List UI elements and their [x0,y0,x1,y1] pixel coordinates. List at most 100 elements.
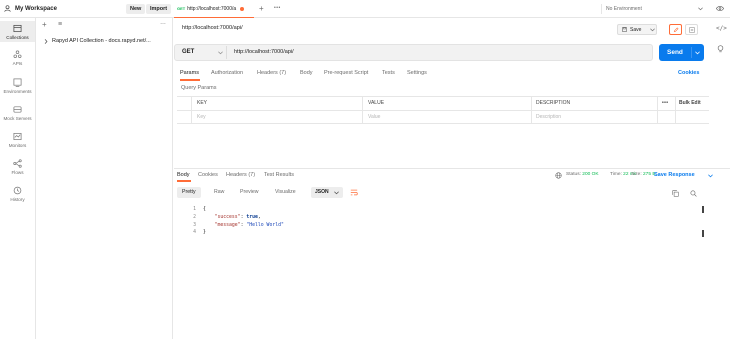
code-icon[interactable]: </> [716,25,727,32]
key-input[interactable]: Key [197,114,206,120]
tab-body[interactable]: Body [300,70,313,76]
visualize-button[interactable]: Visualize [270,187,301,198]
table-row: Key Value Description [177,110,709,124]
code-value: true [246,214,258,220]
value-input[interactable]: Value [368,114,380,120]
tab-response-headers[interactable]: Headers (7) [226,172,255,178]
tab-headers[interactable]: Headers (7) [257,70,286,76]
url-divider [226,46,227,59]
mock-servers-icon [13,106,22,113]
code-key: "success" [214,214,241,220]
bulk-edit-button[interactable]: Bulk Edit [679,100,701,106]
preview-button[interactable]: Preview [235,187,263,198]
description-input[interactable]: Description [536,114,561,120]
size-label: Size: [631,172,642,177]
method-select[interactable]: GET [182,49,194,55]
collection-item[interactable]: Rapyd API Collection - docs.rapyd.net/..… [44,38,151,44]
environment-select[interactable]: No Environment [601,4,711,14]
cookies-link[interactable]: Cookies [678,70,699,76]
left-rail: Collections APIs Environments Mock Serve… [0,18,36,339]
copy-icon[interactable] [672,190,679,197]
flows-icon [13,159,22,168]
rail-item-flows[interactable]: Flows [0,159,35,175]
column-divider [362,96,363,124]
tab-test-results[interactable]: Test Results [264,172,294,178]
docs-button[interactable] [685,24,698,35]
url-input[interactable]: http://localhost:7000/api/ [234,49,294,55]
response-divider[interactable] [174,168,730,169]
pretty-button[interactable]: Pretty [177,187,201,198]
environments-icon [13,78,22,87]
tab-response-body[interactable]: Body [177,172,190,178]
workspace-title[interactable]: My Workspace [4,5,57,12]
collections-more-button[interactable]: … [160,20,166,26]
tab-authorization[interactable]: Authorization [211,70,243,76]
rail-item-collections[interactable]: Collections [0,21,35,42]
code-value: "Hello World" [246,222,284,228]
filter-icon[interactable]: ≡ [58,21,62,29]
import-button[interactable]: Import [146,4,172,14]
rail-item-environments[interactable]: Environments [0,78,35,94]
save-icon [622,27,627,32]
edit-button[interactable] [669,24,682,35]
rail-label: History [10,197,25,202]
raw-button[interactable]: Raw [209,187,229,198]
format-select[interactable]: JSON [311,187,343,198]
tab-response-cookies[interactable]: Cookies [198,172,218,178]
add-collection-button[interactable]: + [42,21,47,29]
rail-label: Monitors [8,143,27,148]
chevron-right-icon [44,38,48,44]
add-tab-button[interactable]: + [259,4,264,13]
request-tab[interactable]: GET http://localhost:7000/a [174,0,254,18]
user-icon [4,5,11,12]
code-key: "message" [214,222,241,228]
tab-params[interactable]: Params [180,70,199,76]
column-divider [531,96,532,124]
rail-item-mock-servers[interactable]: Mock Servers [0,105,35,121]
rail-label: APIs [12,61,23,66]
response-body[interactable]: 1{ 2 "success": true, 3 "message": "Hell… [186,206,284,237]
scrollbar-marker[interactable] [702,206,704,213]
query-params-title: Query Params [181,85,217,91]
active-tab-indicator [177,180,191,182]
tab-pre-request-script[interactable]: Pre-request Script [324,70,368,76]
rail-label: Flows [11,170,24,175]
rail-label: Mock Servers [3,116,32,121]
tab-method: GET [177,6,186,11]
send-button[interactable]: Send [659,44,704,61]
rail-item-apis[interactable]: APIs [0,50,35,66]
lightbulb-icon[interactable] [717,45,724,53]
size-info: Size: 275 B [631,172,656,177]
send-divider [691,47,692,58]
column-header-value: VALUE [368,100,385,106]
tabs-more-button[interactable]: ••• [274,5,281,11]
chevron-down-icon [695,51,700,55]
active-tab-indicator [180,79,200,81]
tab-settings[interactable]: Settings [407,70,427,76]
tab-tests[interactable]: Tests [382,70,395,76]
pencil-icon [673,27,678,33]
scrollbar-marker[interactable] [702,230,704,237]
rail-item-history[interactable]: History [0,186,35,202]
save-button[interactable]: Save [617,24,657,35]
eye-icon[interactable] [716,5,724,12]
search-icon[interactable] [690,190,697,197]
code-line: 1{ [193,207,206,212]
chevron-down-icon[interactable] [218,51,223,55]
globe-icon[interactable] [555,172,562,179]
code-line: 4} [193,230,206,236]
format-select-label: JSON [315,189,329,195]
history-icon [13,186,22,195]
chevron-down-icon[interactable] [708,174,713,178]
status-info: Status: 200 OK [566,172,599,177]
wrap-lines-icon[interactable] [350,189,358,196]
new-button[interactable]: New [126,4,146,14]
save-response-button[interactable]: Save Response [654,172,695,178]
apis-icon [13,50,22,59]
table-more-button[interactable]: ••• [662,100,668,106]
send-label: Send [667,49,683,56]
tab-label: http://localhost:7000/a [187,5,237,12]
query-params-table: KEY VALUE DESCRIPTION ••• Bulk Edit Key … [177,96,709,126]
save-label: Save [630,26,642,33]
rail-item-monitors[interactable]: Monitors [0,132,35,148]
